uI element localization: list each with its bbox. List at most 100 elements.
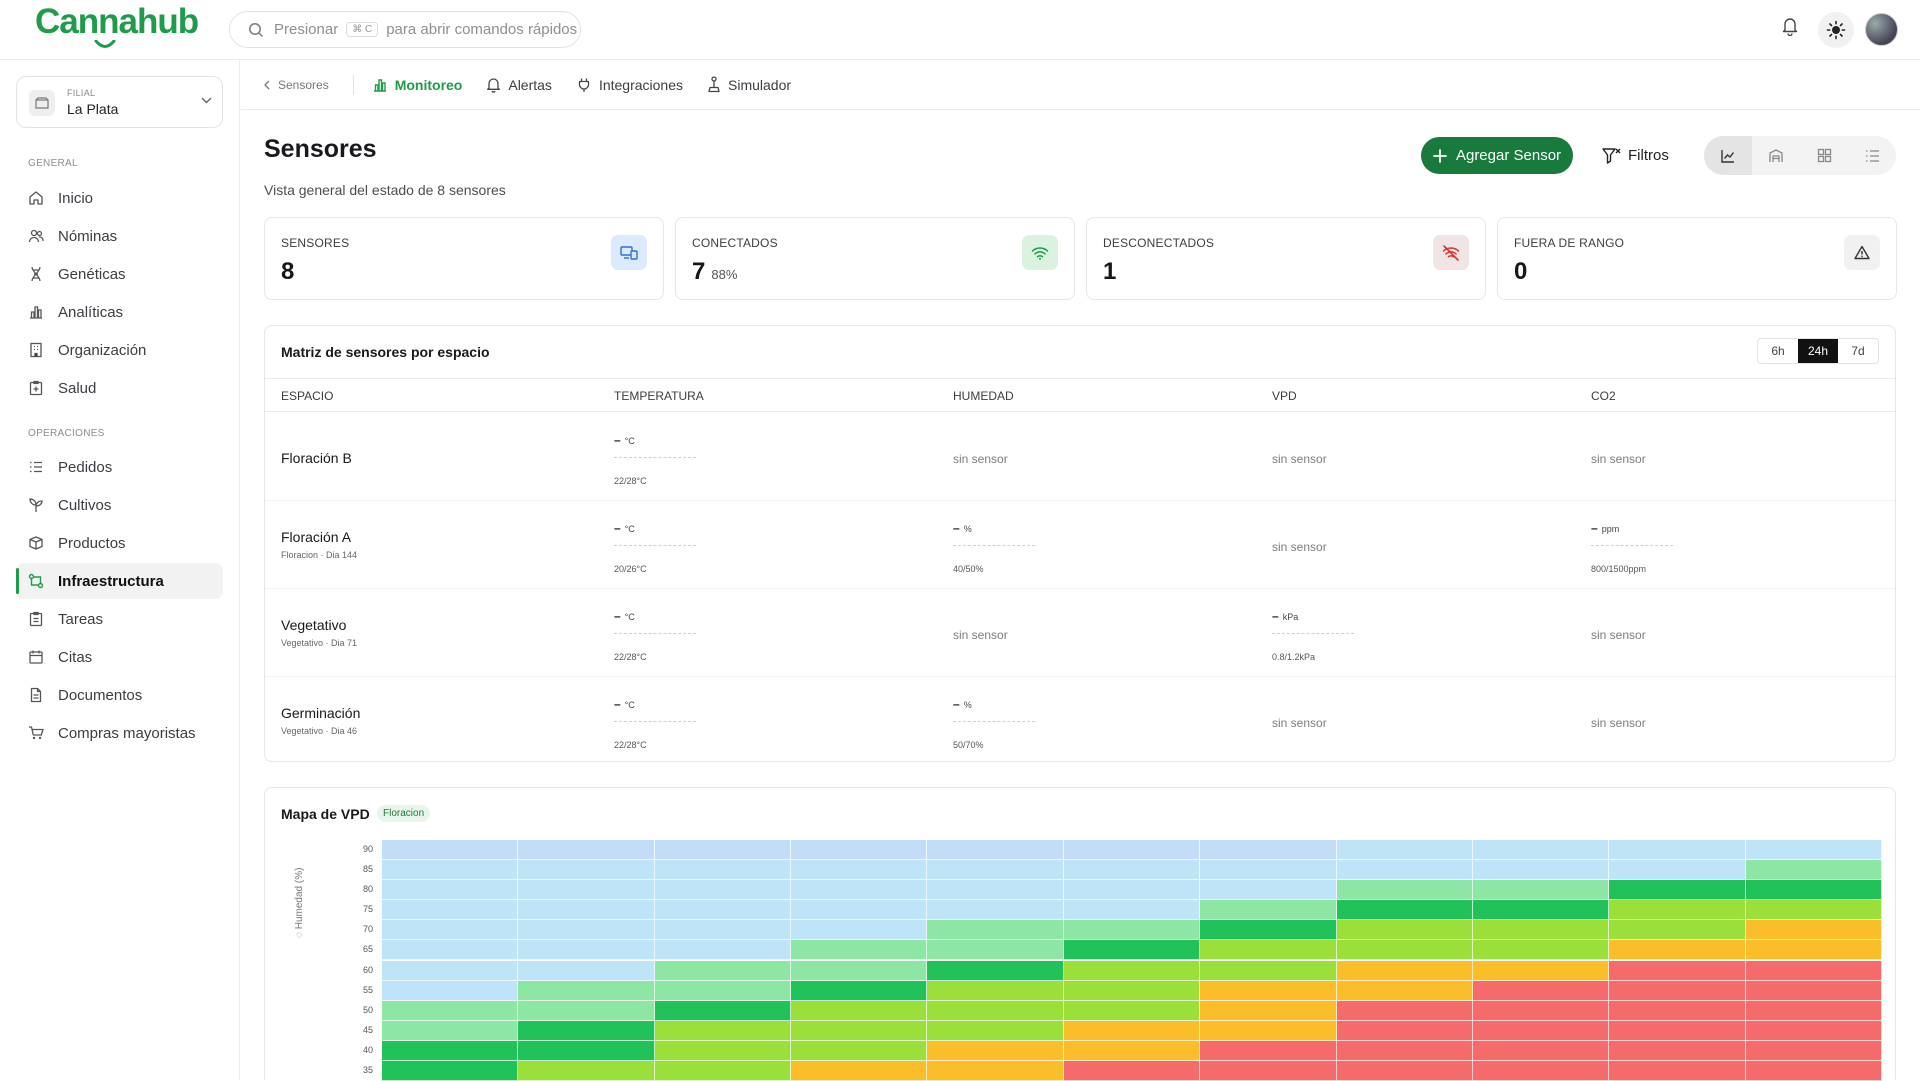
bell-icon[interactable] <box>1781 16 1799 36</box>
heatmap-cell[interactable] <box>1200 860 1337 881</box>
heatmap-cell[interactable] <box>1472 960 1610 981</box>
heatmap-cell[interactable] <box>1063 840 1201 861</box>
heatmap-cell[interactable] <box>1472 920 1610 941</box>
heatmap-cell[interactable] <box>1200 880 1337 901</box>
heatmap-cell[interactable] <box>1336 860 1473 881</box>
heatmap-cell[interactable] <box>927 1020 1064 1041</box>
sidebar-item-compras-mayoristas[interactable]: Compras mayoristas <box>16 715 223 751</box>
heatmap-cell[interactable] <box>1200 980 1337 1001</box>
heatmap-cell[interactable] <box>1609 980 1746 1001</box>
heatmap-cell[interactable] <box>1745 840 1882 861</box>
heatmap-cell[interactable] <box>654 980 792 1001</box>
view-chart-button[interactable] <box>1704 136 1752 175</box>
range-24h[interactable]: 24h <box>1798 339 1838 363</box>
heatmap-cell[interactable] <box>1063 860 1201 881</box>
heatmap-cell[interactable] <box>1200 900 1337 921</box>
heatmap-cell[interactable] <box>927 920 1064 941</box>
heatmap-cell[interactable] <box>382 1020 519 1041</box>
heatmap-cell[interactable] <box>1200 1040 1337 1061</box>
heatmap-cell[interactable] <box>518 1000 655 1021</box>
heatmap-cell[interactable] <box>518 880 655 901</box>
heatmap-cell[interactable] <box>791 880 928 901</box>
heatmap-cell[interactable] <box>791 1040 928 1061</box>
matrix-row[interactable]: Floración A Floracion · Dia 144 – °C 20/2… <box>265 501 1895 589</box>
heatmap-cell[interactable] <box>1472 1020 1610 1041</box>
sidebar-item-analiticas[interactable]: Analíticas <box>16 294 223 330</box>
heatmap-cell[interactable] <box>791 860 928 881</box>
heatmap-cell[interactable] <box>1745 1020 1882 1041</box>
heatmap-cell[interactable] <box>791 980 928 1001</box>
heatmap-cell[interactable] <box>1472 940 1610 961</box>
heatmap-cell[interactable] <box>1745 900 1882 921</box>
heatmap-cell[interactable] <box>1609 960 1746 981</box>
heatmap-cell[interactable] <box>1745 1060 1882 1081</box>
heatmap-cell[interactable] <box>1063 960 1201 981</box>
sidebar-item-salud[interactable]: Salud <box>16 370 223 406</box>
heatmap-cell[interactable] <box>1200 840 1337 861</box>
heatmap-cell[interactable] <box>1336 920 1473 941</box>
heatmap-cell[interactable] <box>518 900 655 921</box>
heatmap-cell[interactable] <box>1063 880 1201 901</box>
user-avatar[interactable] <box>1865 13 1898 46</box>
heatmap-cell[interactable] <box>654 1040 792 1061</box>
heatmap-cell[interactable] <box>1609 880 1746 901</box>
heatmap-cell[interactable] <box>927 880 1064 901</box>
heatmap-cell[interactable] <box>654 900 792 921</box>
heatmap-cell[interactable] <box>382 1060 519 1081</box>
heatmap-cell[interactable] <box>1609 840 1746 861</box>
heatmap-cell[interactable] <box>1200 960 1337 981</box>
sidebar-item-nominas[interactable]: Nóminas <box>16 218 223 254</box>
sidebar-item-cultivos[interactable]: Cultivos <box>16 487 223 523</box>
sidebar-item-tareas[interactable]: Tareas <box>16 601 223 637</box>
sidebar-item-organizacion[interactable]: Organización <box>16 332 223 368</box>
heatmap-cell[interactable] <box>654 880 792 901</box>
heatmap-cell[interactable] <box>1336 1040 1473 1061</box>
heatmap-cell[interactable] <box>1063 1060 1201 1081</box>
heatmap-cell[interactable] <box>654 940 792 961</box>
heatmap-cell[interactable] <box>654 1020 792 1041</box>
heatmap-cell[interactable] <box>654 840 792 861</box>
heatmap-cell[interactable] <box>791 1020 928 1041</box>
heatmap-cell[interactable] <box>1336 1060 1473 1081</box>
heatmap-cell[interactable] <box>927 1040 1064 1061</box>
heatmap-cell[interactable] <box>791 840 928 861</box>
sidebar-item-geneticas[interactable]: Genéticas <box>16 256 223 292</box>
view-grid-button[interactable] <box>1800 136 1848 175</box>
heatmap-cell[interactable] <box>382 960 519 981</box>
heatmap-cell[interactable] <box>791 1060 928 1081</box>
heatmap-cell[interactable] <box>927 840 1064 861</box>
heatmap-cell[interactable] <box>382 920 519 941</box>
heatmap-cell[interactable] <box>927 900 1064 921</box>
heatmap-cell[interactable] <box>654 920 792 941</box>
heatmap-cell[interactable] <box>518 920 655 941</box>
heatmap-cell[interactable] <box>518 1040 655 1061</box>
heatmap-cell[interactable] <box>518 1020 655 1041</box>
command-search[interactable]: Presionar ⌘ C para abrir comandos rápido… <box>229 11 581 48</box>
heatmap-cell[interactable] <box>654 860 792 881</box>
heatmap-cell[interactable] <box>927 940 1064 961</box>
heatmap-cell[interactable] <box>1609 940 1746 961</box>
tab-monitoreo[interactable]: Monitoreo <box>372 77 462 93</box>
matrix-row[interactable]: Germinación Vegetativo · Dia 46 – °C 22/2… <box>265 677 1895 765</box>
heatmap-cell[interactable] <box>1200 1060 1337 1081</box>
heatmap-cell[interactable] <box>1609 1060 1746 1081</box>
heatmap-cell[interactable] <box>1745 960 1882 981</box>
heatmap-cell[interactable] <box>927 960 1064 981</box>
heatmap-cell[interactable] <box>1472 1000 1610 1021</box>
add-sensor-button[interactable]: Agregar Sensor <box>1421 137 1573 174</box>
heatmap-cell[interactable] <box>1200 1020 1337 1041</box>
heatmap-cell[interactable] <box>791 1000 928 1021</box>
heatmap-cell[interactable] <box>382 940 519 961</box>
heatmap-cell[interactable] <box>1472 900 1610 921</box>
sidebar-item-productos[interactable]: Productos <box>16 525 223 561</box>
heatmap-cell[interactable] <box>1745 1000 1882 1021</box>
heatmap-cell[interactable] <box>927 1060 1064 1081</box>
heatmap-cell[interactable] <box>927 860 1064 881</box>
heatmap-cell[interactable] <box>382 1000 519 1021</box>
heatmap-cell[interactable] <box>1472 860 1610 881</box>
heatmap-cell[interactable] <box>1472 1040 1610 1061</box>
heatmap-cell[interactable] <box>791 960 928 981</box>
heatmap-cell[interactable] <box>518 940 655 961</box>
heatmap-cell[interactable] <box>382 860 519 881</box>
heatmap-cell[interactable] <box>518 860 655 881</box>
